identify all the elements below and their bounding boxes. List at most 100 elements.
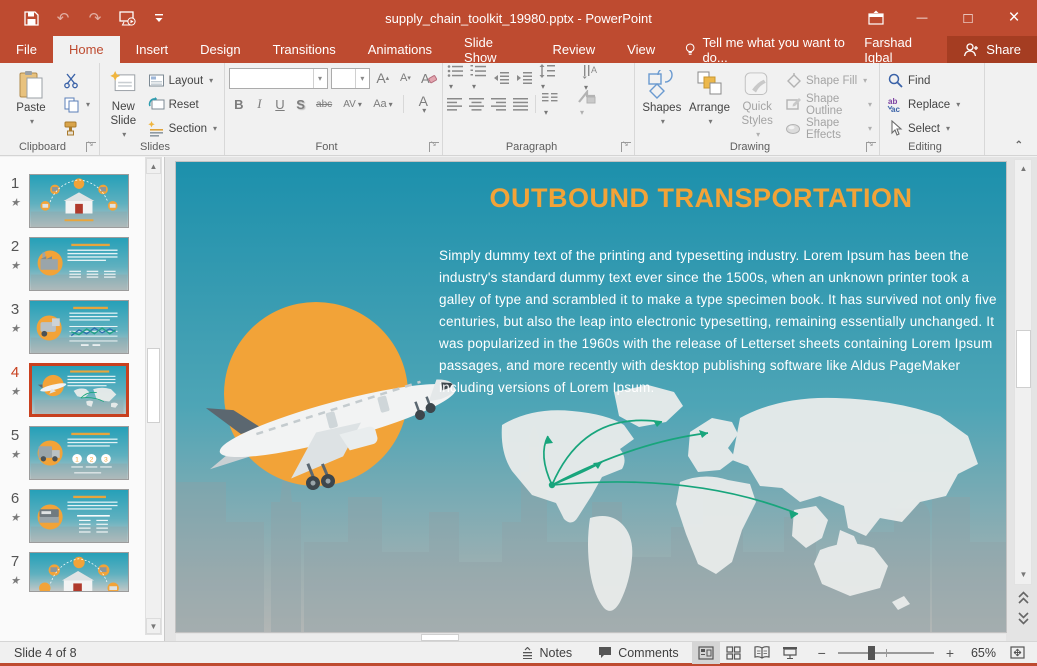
next-slide-button[interactable] (1016, 611, 1031, 629)
shape-effects-button[interactable]: Shape Effects (782, 118, 875, 139)
font-dialog-launcher[interactable] (429, 142, 439, 152)
account-name[interactable]: Farshad Iqbal (864, 36, 947, 63)
thumbnail-scrollbar[interactable] (145, 157, 162, 635)
tab-slide-show[interactable]: Slide Show (448, 36, 536, 63)
thumbnail-slide-4-selected[interactable]: 4 (6, 363, 136, 417)
font-size-combo[interactable] (331, 68, 370, 89)
font-color-button[interactable] (409, 94, 438, 114)
thumbnail-slide-2[interactable]: 2 (6, 237, 136, 291)
slide-3-thumb[interactable] (29, 300, 129, 354)
font-name-dropdown-icon[interactable] (313, 69, 327, 88)
world-map-graphic[interactable] (494, 380, 1006, 625)
shape-outline-button[interactable]: Shape Outline (782, 94, 875, 115)
slide-show-button[interactable] (776, 642, 804, 664)
font-size-dropdown-icon[interactable] (355, 69, 369, 88)
thumbnail-slide-6[interactable]: 6 (6, 489, 136, 543)
thumbnail-slide-1[interactable]: 1 (6, 174, 136, 228)
thumbnail-slide-3[interactable]: 3 (6, 300, 136, 354)
ribbon-display-options-icon[interactable] (853, 0, 899, 36)
slide-1-thumb[interactable] (29, 174, 129, 228)
new-slide-button[interactable]: New Slide (104, 66, 143, 139)
tab-home[interactable]: Home (53, 36, 120, 63)
quick-styles-button[interactable]: Quick Styles (734, 66, 780, 139)
tab-insert[interactable]: Insert (120, 36, 185, 63)
slide-body-text[interactable]: Simply dummy text of the printing and ty… (439, 245, 1005, 399)
italic-button[interactable] (250, 94, 270, 114)
slide-2-thumb[interactable] (29, 237, 129, 291)
bullets-button[interactable] (447, 64, 464, 92)
font-name-combo[interactable] (229, 68, 328, 89)
minimize-button[interactable] (899, 0, 945, 36)
align-right-button[interactable] (491, 98, 507, 111)
select-button[interactable]: Select (884, 118, 963, 139)
scroll-up-icon[interactable] (1016, 161, 1031, 177)
horizontal-scrollbar[interactable] (176, 634, 1006, 641)
thumbnail-slide-7[interactable]: 7 (6, 552, 136, 592)
format-painter-button[interactable] (60, 118, 93, 139)
copy-button[interactable] (60, 94, 93, 115)
maximize-button[interactable] (945, 0, 991, 36)
tab-file[interactable]: File (0, 36, 53, 63)
slide-counter[interactable]: Slide 4 of 8 (0, 646, 77, 660)
section-button[interactable]: Section (145, 118, 220, 139)
line-spacing-button[interactable] (539, 64, 556, 92)
text-shadow-button[interactable] (291, 94, 311, 114)
zoom-slider-handle[interactable] (868, 646, 875, 660)
tab-design[interactable]: Design (184, 36, 256, 63)
increase-font-size-button[interactable] (373, 68, 393, 88)
align-left-button[interactable] (447, 98, 463, 111)
tab-review[interactable]: Review (537, 36, 612, 63)
start-from-beginning-icon[interactable] (118, 9, 136, 27)
tab-transitions[interactable]: Transitions (257, 36, 352, 63)
find-button[interactable]: Find (884, 70, 963, 91)
fit-slide-to-window-button[interactable] (1000, 642, 1037, 664)
bold-button[interactable] (229, 94, 249, 114)
justify-button[interactable] (513, 98, 529, 111)
slide-sorter-view-button[interactable] (720, 642, 748, 664)
close-button[interactable] (991, 0, 1037, 36)
drawing-dialog-launcher[interactable] (866, 142, 876, 152)
scroll-down-icon[interactable] (1016, 567, 1031, 583)
zoom-slider[interactable] (838, 642, 934, 664)
slide-4-thumb[interactable] (29, 363, 129, 417)
decrease-font-size-button[interactable] (396, 68, 416, 88)
previous-slide-button[interactable] (1016, 591, 1031, 609)
reading-view-button[interactable] (748, 642, 776, 664)
clear-formatting-button[interactable]: A (418, 68, 438, 88)
zoom-out-button[interactable] (804, 642, 830, 664)
horizontal-scroll-thumb[interactable] (421, 634, 459, 641)
arrange-button[interactable]: Arrange (687, 66, 733, 139)
customize-qat-icon[interactable] (150, 9, 168, 27)
numbering-button[interactable] (470, 64, 487, 92)
undo-icon[interactable]: ↶ (54, 9, 72, 27)
save-icon[interactable] (22, 9, 40, 27)
slide-7-thumb[interactable] (29, 552, 129, 592)
cut-button[interactable] (60, 70, 93, 91)
convert-to-smartart-button[interactable] (578, 90, 596, 118)
scroll-thumb[interactable] (1016, 330, 1031, 388)
notes-button[interactable]: Notes (508, 642, 586, 664)
thumbnail-scroll-thumb[interactable] (147, 348, 160, 423)
shapes-button[interactable]: Shapes (639, 66, 685, 139)
align-center-button[interactable] (469, 98, 485, 111)
zoom-percentage[interactable]: 65% (964, 646, 1000, 660)
comments-button[interactable]: Comments (585, 642, 691, 664)
paste-button[interactable]: Paste (4, 66, 58, 139)
slide-canvas[interactable]: OUTBOUND TRANSPORTATION Simply dummy tex… (176, 162, 1006, 632)
slide-5-thumb[interactable]: 1 2 3 (29, 426, 129, 480)
share-button[interactable]: Share (947, 36, 1037, 63)
columns-button[interactable] (542, 91, 558, 118)
vertical-scrollbar[interactable] (1014, 159, 1032, 639)
underline-button[interactable] (270, 94, 290, 114)
paragraph-dialog-launcher[interactable] (621, 142, 631, 152)
text-direction-button[interactable]: A (582, 64, 599, 93)
decrease-indent-button[interactable] (493, 71, 510, 85)
tab-view[interactable]: View (611, 36, 671, 63)
slide-6-thumb[interactable] (29, 489, 129, 543)
layout-button[interactable]: Layout (145, 70, 220, 91)
replace-button[interactable]: abac Replace (884, 94, 963, 115)
collapse-ribbon-button[interactable] (1015, 140, 1023, 151)
reset-button[interactable]: Reset (145, 94, 220, 115)
thumbnail-scroll-down-icon[interactable] (146, 618, 161, 634)
tell-me-box[interactable]: Tell me what you want to do... (671, 36, 864, 63)
